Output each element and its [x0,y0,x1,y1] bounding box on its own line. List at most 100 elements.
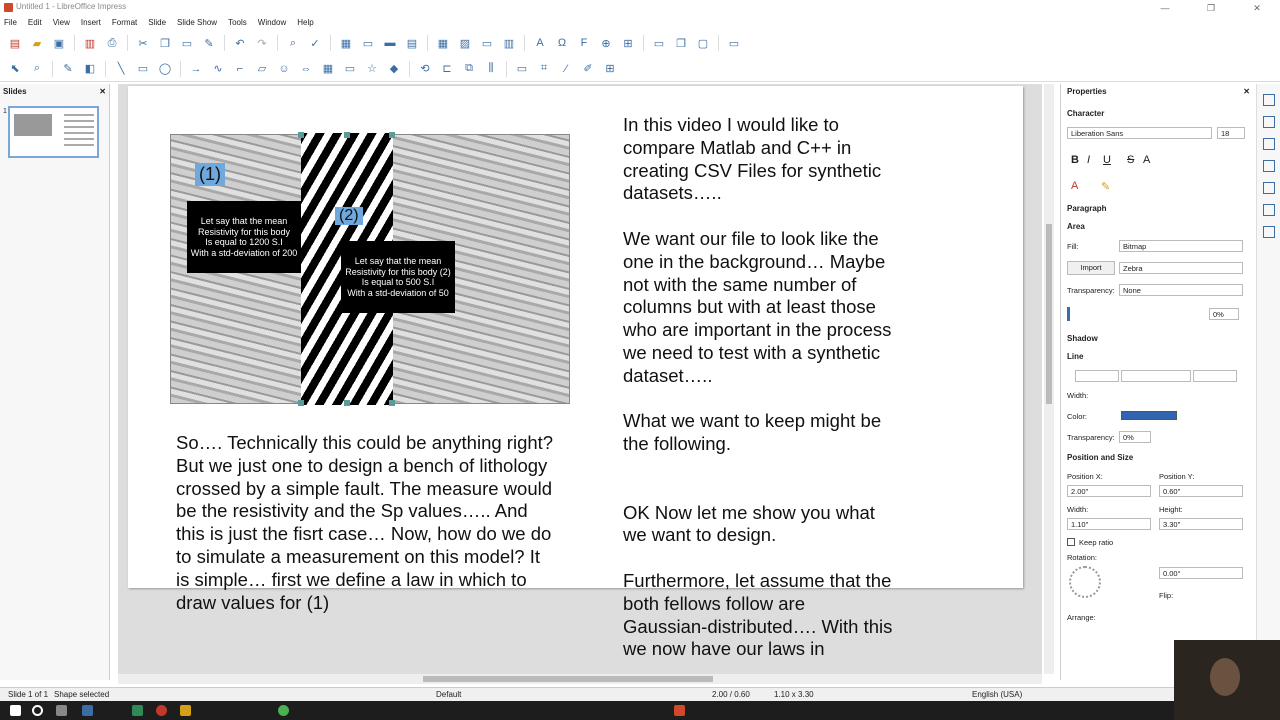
selection-handle[interactable] [344,132,350,138]
display-views-icon[interactable]: ▭ [361,36,375,50]
shadow-icon[interactable]: ▭ [515,62,529,76]
animation-deck-icon[interactable] [1262,138,1275,150]
filter-icon[interactable]: ⁄ [559,62,573,76]
minimize-button[interactable]: — [1142,0,1188,16]
rotation-field[interactable]: 0.00° [1159,567,1243,579]
file-explorer-icon[interactable] [180,705,191,716]
line-width-select[interactable] [1121,370,1191,382]
align-icon[interactable]: ⊏ [440,62,454,76]
media-icon[interactable]: ▭ [480,36,494,50]
stars-icon[interactable]: ☆ [365,62,379,76]
area-transparency-select[interactable]: None [1119,284,1243,296]
redo-icon[interactable]: ↷ [255,36,269,50]
select-icon[interactable]: ⬉ [8,62,22,76]
height-field[interactable]: 3.30" [1159,518,1243,530]
copy-icon[interactable]: ❐ [158,36,172,50]
hyperlink-icon[interactable]: ⊕ [599,36,613,50]
curves-icon[interactable]: ∿ [211,62,225,76]
width-field[interactable]: 1.10" [1067,518,1151,530]
line-color-icon[interactable]: ✎ [61,62,75,76]
position-x-field[interactable]: 2.00" [1067,485,1151,497]
status-language[interactable]: English (USA) [972,690,1022,699]
start-show-icon[interactable]: ▤ [405,36,419,50]
line-icon[interactable]: ╲ [114,62,128,76]
slide[interactable]: (1) (2) Let say that the mean Resistivit… [128,86,1023,659]
distribute-icon[interactable]: ⫼ [484,62,498,76]
menu-view[interactable]: View [53,16,70,30]
new-icon[interactable]: ▤ [8,36,22,50]
gallery-deck-icon[interactable] [1262,204,1275,216]
transparency-slider[interactable] [1067,307,1070,321]
styles-deck-icon[interactable] [1262,182,1275,194]
taskbar-app-icon[interactable] [156,705,167,716]
slide-canvas[interactable]: (1) (2) Let say that the mean Resistivit… [118,84,1042,676]
slide-text-right[interactable]: In this video I would like to compare Ma… [623,114,893,661]
underline-button[interactable]: U [1103,154,1111,166]
position-y-field[interactable]: 0.60" [1159,485,1243,497]
zoom-icon[interactable]: ⌕ [30,62,44,76]
rotate-icon[interactable]: ⟲ [418,62,432,76]
spelling-icon[interactable]: ✓ [308,36,322,50]
print-icon[interactable]: ⎙ [105,36,119,50]
slide-layout-icon[interactable]: ▭ [727,36,741,50]
chart-icon[interactable]: ▥ [502,36,516,50]
navigator-deck-icon[interactable] [1262,226,1275,238]
arrange-icon[interactable]: ⧉ [462,62,476,76]
shadow-section[interactable]: Shadow [1067,334,1098,343]
menu-tools[interactable]: Tools [228,16,247,30]
bold-button[interactable]: B [1071,154,1079,166]
menu-window[interactable]: Window [258,16,286,30]
3d-objects-icon[interactable]: ◆ [387,62,401,76]
menu-insert[interactable]: Insert [81,16,101,30]
menu-file[interactable]: File [4,16,17,30]
delete-slide-icon[interactable]: ▢ [696,36,710,50]
character-section[interactable]: Character [1067,109,1104,118]
special-char-icon[interactable]: Ω [555,36,569,50]
import-button[interactable]: Import [1067,261,1115,275]
table-icon[interactable]: ▦ [436,36,450,50]
new-slide-icon[interactable]: ▭ [652,36,666,50]
slides-pane-close-icon[interactable]: ✕ [99,87,106,97]
font-name-field[interactable]: Liberation Sans [1067,127,1212,139]
glue-points-icon[interactable]: ⊞ [603,62,617,76]
chrome-icon[interactable] [278,705,289,716]
callouts-icon[interactable]: ▭ [343,62,357,76]
task-view-icon[interactable] [56,705,67,716]
line-section[interactable]: Line [1067,352,1083,361]
body-label-1[interactable]: (1) [195,163,225,186]
slide-thumbnail-1[interactable]: 1 [3,106,99,158]
clone-formatting-icon[interactable]: ✎ [202,36,216,50]
points-icon[interactable]: ✐ [581,62,595,76]
rotation-dial[interactable] [1069,566,1101,598]
taskbar-app-icon[interactable] [132,705,143,716]
basic-shapes-icon[interactable]: ▱ [255,62,269,76]
selection-handle[interactable] [298,132,304,138]
selection-handle[interactable] [298,400,304,406]
body-label-2[interactable]: (2) [335,207,363,225]
taskbar-app-icon[interactable] [82,705,93,716]
position-size-section[interactable]: Position and Size [1067,453,1133,462]
horizontal-scrollbar[interactable] [118,674,1042,684]
transparency-percent-field[interactable]: 0% [1209,308,1239,320]
master-slide-icon[interactable]: ▬ [383,36,397,50]
line-arrow-select[interactable] [1193,370,1237,382]
connectors-icon[interactable]: ⌐ [233,62,247,76]
shadow-text-button[interactable]: A [1143,154,1150,166]
search-icon[interactable] [32,705,43,716]
paragraph-section[interactable]: Paragraph [1067,204,1107,213]
open-icon[interactable]: ▰ [30,36,44,50]
close-window-button[interactable]: ✕ [1234,0,1280,16]
menu-help[interactable]: Help [297,16,313,30]
italic-button[interactable]: I [1087,154,1090,166]
menu-slide-show[interactable]: Slide Show [177,16,217,30]
menu-edit[interactable]: Edit [28,16,42,30]
flowchart-icon[interactable]: ▦ [321,62,335,76]
selection-handle[interactable] [389,132,395,138]
export-pdf-icon[interactable]: ▥ [83,36,97,50]
selection-handle[interactable] [389,400,395,406]
paste-icon[interactable]: ▭ [180,36,194,50]
duplicate-slide-icon[interactable]: ❐ [674,36,688,50]
crop-icon[interactable]: ⌗ [537,62,551,76]
menu-slide[interactable]: Slide [148,16,166,30]
menu-format[interactable]: Format [112,16,137,30]
